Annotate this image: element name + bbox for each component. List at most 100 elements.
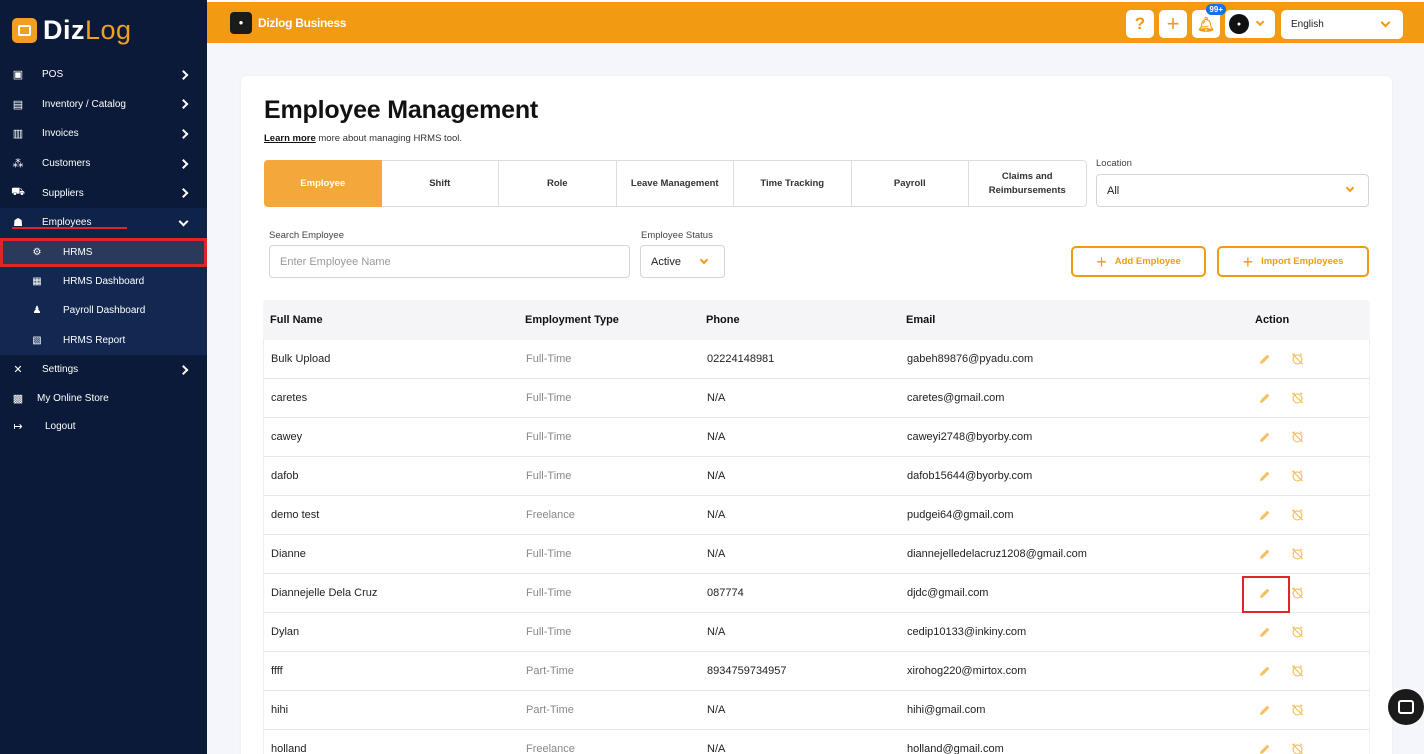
table-row[interactable]: ffff Part-Time 8934759734957 xirohog220@mir… (263, 652, 1370, 691)
chat-support-button[interactable] (1388, 689, 1424, 725)
employee-email: caretes@gmail.com (907, 392, 1005, 404)
edit-pencil-icon[interactable] (1258, 392, 1271, 405)
sidebar-item-label: POS (42, 69, 64, 81)
employment-type: Full-Time (526, 548, 572, 560)
location-label: Location (1096, 158, 1132, 169)
table-row[interactable]: Bulk Upload Full-Time 02224148981 gabeh8987… (263, 340, 1370, 379)
edit-pencil-icon[interactable] (1258, 626, 1271, 639)
employee-name: holland (271, 743, 307, 754)
table-header: Full Name Employment Type Phone Email Ac… (263, 300, 1370, 340)
deactivate-clock-icon[interactable] (1291, 470, 1304, 483)
employment-type: Full-Time (526, 470, 572, 482)
status-value: Active (651, 255, 681, 268)
table-row[interactable]: dafob Full-Time N/A dafob15644@byorby.com (263, 457, 1370, 496)
column-header-employment-type[interactable]: Employment Type (525, 314, 619, 326)
sidebar-subitem-hrms-dashboard[interactable]: ▦ HRMS Dashboard (0, 266, 207, 297)
table-row[interactable]: Dianne Full-Time N/A diannejelledelacruz120… (263, 535, 1370, 574)
sidebar-item-pos[interactable]: ▣ POS (0, 60, 207, 90)
sidebar-subitem-hrms-report[interactable]: ▧ HRMS Report (0, 325, 207, 355)
employee-name: hihi (271, 704, 289, 716)
employee-email: diannejelledelacruz1208@gmail.com (907, 548, 1087, 560)
edit-pencil-icon[interactable] (1258, 470, 1271, 483)
table-row[interactable]: demo test Freelance N/A pudgei64@gmail.com (263, 496, 1370, 535)
deactivate-clock-icon[interactable] (1291, 548, 1304, 561)
deactivate-clock-icon[interactable] (1291, 587, 1304, 600)
table-row[interactable]: holland Freelance N/A holland@gmail.com (263, 730, 1370, 754)
employee-name: cawey (271, 431, 303, 443)
profile-menu-button[interactable]: ● (1225, 10, 1275, 38)
quick-add-button[interactable]: + (1159, 10, 1187, 38)
deactivate-clock-icon[interactable] (1291, 353, 1304, 366)
table-row[interactable]: Diannejelle Dela Cruz Full-Time 087774 djdc… (263, 574, 1370, 613)
notifications-button[interactable]: 🔔︎ 99+ (1192, 4, 1226, 38)
edit-pencil-icon[interactable] (1258, 353, 1271, 366)
deactivate-clock-icon[interactable] (1291, 509, 1304, 522)
employment-type: Part-Time (526, 665, 574, 677)
deactivate-clock-icon[interactable] (1291, 431, 1304, 444)
brand-name-part2: Log (85, 14, 132, 45)
sidebar: DizLog ▣ POS ▤ Inventory / Catalog ▥ Inv… (0, 0, 207, 754)
language-select[interactable]: English (1281, 10, 1403, 39)
table-row[interactable]: hihi Part-Time N/A hihi@gmail.com (263, 691, 1370, 730)
sidebar-item-suppliers[interactable]: ⛟ Suppliers (0, 178, 207, 208)
sidebar-subitem-label: HRMS (63, 246, 93, 258)
employee-phone: 8934759734957 (707, 665, 787, 677)
table-row[interactable]: cawey Full-Time N/A caweyi2748@byorby.com (263, 418, 1370, 457)
sidebar-item-online-store[interactable]: ▩ My Online Store (0, 384, 207, 412)
table-row[interactable]: Dylan Full-Time N/A cedip10133@inkiny.com (263, 613, 1370, 652)
edit-pencil-icon[interactable] (1258, 431, 1271, 444)
edit-pencil-icon[interactable] (1258, 665, 1271, 678)
sidebar-item-label: Invoices (42, 128, 79, 140)
deactivate-clock-icon[interactable] (1291, 743, 1304, 754)
sidebar-item-invoices[interactable]: ▥ Invoices (0, 119, 207, 149)
location-select[interactable]: All (1096, 174, 1369, 207)
deactivate-clock-icon[interactable] (1291, 704, 1304, 717)
employee-name: Dylan (271, 626, 300, 638)
tab-leave-management[interactable]: Leave Management (616, 160, 734, 207)
business-logo-icon: ● (230, 11, 252, 34)
column-header-full-name[interactable]: Full Name (270, 314, 323, 326)
sidebar-item-label: My Online Store (37, 392, 109, 404)
chevron-right-icon (178, 188, 189, 199)
chevron-down-icon (1380, 17, 1391, 28)
sidebar-item-settings[interactable]: ✕ Settings (0, 355, 207, 385)
table-row[interactable]: caretes Full-Time N/A caretes@gmail.com (263, 379, 1370, 418)
sidebar-item-employees[interactable]: ☗ Employees (0, 207, 207, 238)
sidebar-item-customers[interactable]: ⁂ Customers (0, 149, 207, 179)
import-employees-button[interactable]: + Import Employees (1217, 246, 1369, 277)
help-icon: ? (1134, 14, 1146, 33)
tab-shift[interactable]: Shift (381, 160, 499, 207)
tab-time-tracking[interactable]: Time Tracking (734, 160, 852, 207)
employee-phone: N/A (707, 704, 726, 716)
tab-payroll[interactable]: Payroll (851, 160, 969, 207)
employee-name: Bulk Upload (271, 353, 331, 365)
employee-status-select[interactable]: Active (640, 245, 725, 278)
sidebar-item-logout[interactable]: ↦ Logout (0, 412, 207, 440)
row-actions (1258, 392, 1304, 405)
add-employee-button[interactable]: + Add Employee (1071, 246, 1206, 277)
tab-claims[interactable]: Claims and Reimbursements (969, 160, 1087, 207)
employee-email: djdc@gmail.com (907, 587, 989, 599)
employee-phone: 087774 (707, 587, 744, 599)
employee-email: caweyi2748@byorby.com (907, 431, 1033, 443)
edit-pencil-icon[interactable] (1258, 509, 1271, 522)
employee-phone: N/A (707, 431, 726, 443)
sidebar-subitem-hrms[interactable]: ⚙ HRMS (0, 237, 207, 267)
sidebar-subitem-payroll-dashboard[interactable]: ♟ Payroll Dashboard (0, 296, 207, 326)
tab-role[interactable]: Role (499, 160, 617, 207)
column-header-phone[interactable]: Phone (706, 314, 740, 326)
sidebar-item-inventory[interactable]: ▤ Inventory / Catalog (0, 90, 207, 120)
edit-pencil-icon[interactable] (1258, 743, 1271, 754)
learn-more-link[interactable]: Learn more (264, 133, 316, 144)
tab-employee[interactable]: Employee (264, 160, 382, 207)
brand-logo[interactable]: DizLog (0, 0, 207, 60)
deactivate-clock-icon[interactable] (1291, 626, 1304, 639)
language-value: English (1291, 19, 1324, 30)
search-input[interactable] (269, 245, 630, 278)
edit-pencil-icon[interactable] (1258, 704, 1271, 717)
help-button[interactable]: ? (1126, 10, 1154, 38)
deactivate-clock-icon[interactable] (1291, 392, 1304, 405)
edit-pencil-icon[interactable] (1258, 548, 1271, 561)
column-header-email[interactable]: Email (906, 314, 935, 326)
deactivate-clock-icon[interactable] (1291, 665, 1304, 678)
